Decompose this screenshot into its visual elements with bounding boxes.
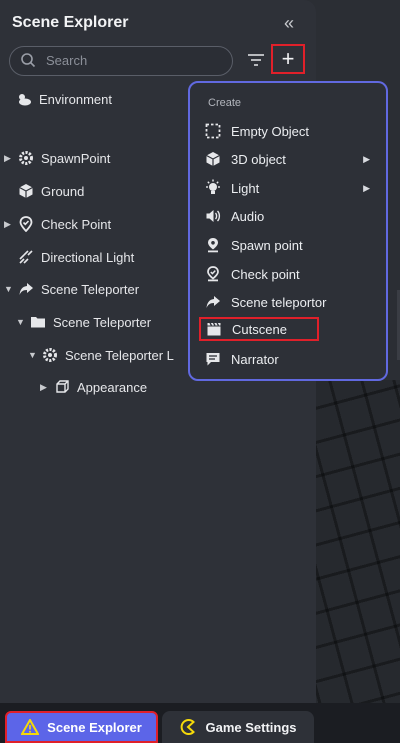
share-arrow-icon xyxy=(204,293,222,311)
tree-item-scene-teleporter-folder[interactable]: ▼ Scene Teleporter xyxy=(16,312,151,332)
tree-item-label: Directional Light xyxy=(41,249,135,265)
chevron-right-icon[interactable]: ▶ xyxy=(4,153,18,164)
tree-item-label: Scene Teleporter L xyxy=(65,347,174,363)
tab-label: Scene Explorer xyxy=(47,719,142,735)
menu-item-label: Narrator xyxy=(231,351,279,367)
tree-item-scene-teleporter-logic[interactable]: ▼ Scene Teleporter L xyxy=(28,345,174,365)
menu-item-label: Empty Object xyxy=(231,123,310,139)
panel-title: Scene Explorer xyxy=(12,14,129,31)
warning-triangle-icon xyxy=(21,719,40,735)
tree-item-appearance[interactable]: ▶ Appearance xyxy=(40,377,147,397)
tree-item-check-point[interactable]: ▶ Check Point xyxy=(4,214,111,234)
speaker-icon xyxy=(204,207,222,225)
search-icon xyxy=(21,53,36,68)
lightbulb-icon xyxy=(204,179,222,197)
gear-icon xyxy=(18,150,34,166)
tree-item-label: Scene Teleporter xyxy=(41,281,140,297)
gear-icon xyxy=(42,347,58,363)
share-arrow-icon xyxy=(18,281,34,297)
menu-item-check-point[interactable]: Check point xyxy=(204,262,374,286)
menu-item-light[interactable]: Light ▶ xyxy=(204,176,374,200)
tree-item-label: Ground xyxy=(41,183,85,199)
tab-scene-explorer[interactable]: Scene Explorer xyxy=(5,711,158,743)
bottom-tab-bar: Scene Explorer Game Settings xyxy=(0,703,400,743)
chevron-right-icon[interactable]: ▶ xyxy=(40,382,54,393)
create-menu: Create Empty Object 3D object ▶ Light ▶ … xyxy=(188,81,388,381)
tree-item-label: Scene Teleporter xyxy=(53,314,152,330)
location-check-icon xyxy=(204,265,222,283)
tab-label: Game Settings xyxy=(205,719,297,735)
menu-item-label: Spawn point xyxy=(231,237,303,253)
folder-icon xyxy=(30,314,46,330)
add-object-button[interactable]: + xyxy=(271,44,305,74)
tree-item-directional-light[interactable]: Directional Light xyxy=(18,247,134,267)
pacman-icon xyxy=(179,718,197,736)
tree-item-ground[interactable]: Ground xyxy=(18,181,84,201)
location-check-icon xyxy=(18,216,34,232)
tree-item-environment[interactable]: Environment xyxy=(16,89,112,109)
tree-item-label: Environment xyxy=(39,91,112,107)
chat-bubble-icon xyxy=(204,350,222,368)
filter-icon[interactable] xyxy=(246,50,266,70)
plus-icon: + xyxy=(281,46,295,71)
tree-item-spawnpoint[interactable]: ▶ SpawnPoint xyxy=(4,148,110,168)
tree-item-label: SpawnPoint xyxy=(41,150,111,166)
chevron-right-icon: ▶ xyxy=(363,182,370,193)
chevron-right-icon: ▶ xyxy=(363,153,370,164)
tree-item-scene-teleporter[interactable]: ▼ Scene Teleporter xyxy=(4,279,139,299)
search-placeholder: Search xyxy=(46,53,88,68)
cube-icon xyxy=(18,183,34,199)
menu-item-label: 3D object xyxy=(231,151,286,167)
clapperboard-icon xyxy=(205,320,223,338)
tab-game-settings[interactable]: Game Settings xyxy=(162,711,314,743)
menu-item-label: Light xyxy=(231,180,260,196)
menu-item-scene-teleportor[interactable]: Scene teleportor xyxy=(204,290,374,314)
light-rays-icon xyxy=(18,249,34,265)
chevron-down-icon[interactable]: ▼ xyxy=(4,284,18,294)
menu-item-audio[interactable]: Audio xyxy=(204,204,374,228)
chevron-down-icon[interactable]: ▼ xyxy=(28,350,42,360)
menu-item-label: Check point xyxy=(231,266,300,282)
dashed-square-icon xyxy=(204,122,222,140)
menu-item-spawn-point[interactable]: Spawn point xyxy=(204,233,374,257)
menu-item-label: Audio xyxy=(231,208,265,224)
menu-header: Create xyxy=(208,97,242,109)
chevron-down-icon[interactable]: ▼ xyxy=(16,317,30,327)
cloud-sun-icon xyxy=(16,91,32,107)
cube-outline-icon xyxy=(54,379,70,395)
location-pin-icon xyxy=(204,236,222,254)
menu-item-empty-object[interactable]: Empty Object xyxy=(204,119,374,143)
menu-item-3d-object[interactable]: 3D object ▶ xyxy=(204,147,374,171)
menu-item-label: Cutscene xyxy=(232,321,287,337)
cube-icon xyxy=(204,150,222,168)
tree-item-label: Check Point xyxy=(41,216,112,232)
tree-item-label: Appearance xyxy=(77,379,148,395)
menu-item-narrator[interactable]: Narrator xyxy=(204,347,374,371)
search-input[interactable]: Search xyxy=(9,46,233,76)
menu-item-cutscene[interactable]: Cutscene xyxy=(199,317,319,341)
menu-item-label: Scene teleportor xyxy=(231,294,327,310)
chevron-right-icon[interactable]: ▶ xyxy=(4,219,18,230)
double-chevron-left-icon[interactable]: « xyxy=(279,14,299,34)
